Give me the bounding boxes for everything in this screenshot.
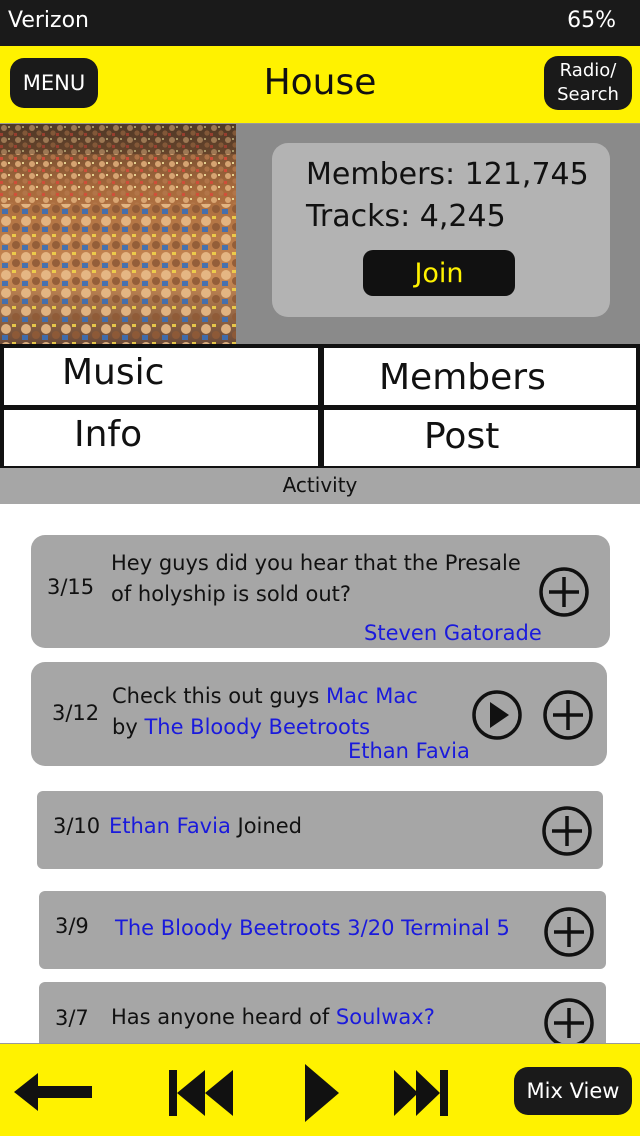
tracks-count: Tracks: 4,245 bbox=[306, 199, 506, 234]
header: MENU House Radio/ Search bbox=[0, 46, 640, 124]
radio-search-button[interactable]: Radio/ Search bbox=[544, 56, 632, 110]
event-link[interactable]: The Bloody Beetroots 3/20 Terminal 5 bbox=[115, 916, 510, 940]
back-arrow-icon[interactable] bbox=[14, 1073, 92, 1111]
nav-members-label: Members bbox=[379, 357, 546, 398]
activity-date: 3/10 bbox=[53, 814, 101, 838]
activity-item[interactable]: 3/9 The Bloody Beetroots 3/20 Terminal 5 bbox=[39, 891, 606, 969]
members-count: Members: 121,745 bbox=[306, 157, 589, 192]
play-circle-icon[interactable] bbox=[471, 689, 523, 741]
activity-text: Hey guys did you hear that the Presale o… bbox=[111, 548, 521, 610]
mix-view-button[interactable]: Mix View bbox=[514, 1067, 632, 1115]
activity-date: 3/15 bbox=[47, 575, 95, 599]
section-nav: Music Members Info Post bbox=[0, 344, 640, 468]
radio-search-label-line2: Search bbox=[557, 84, 619, 105]
plus-circle-icon[interactable] bbox=[538, 566, 590, 618]
plus-circle-icon[interactable] bbox=[543, 906, 595, 958]
nav-music-label: Music bbox=[62, 352, 165, 393]
plus-circle-icon[interactable] bbox=[541, 805, 593, 857]
activity-text-line1: Hey guys did you hear that the Presale bbox=[111, 551, 521, 575]
nav-music[interactable]: Music bbox=[4, 348, 318, 405]
activity-text: Check this out guys Mac Mac by The Blood… bbox=[112, 681, 418, 743]
join-button[interactable]: Join bbox=[363, 250, 515, 296]
status-bar: Verizon 65% bbox=[0, 0, 640, 46]
user-link[interactable]: Ethan Favia bbox=[109, 814, 231, 838]
activity-text: Ethan Favia Joined bbox=[109, 811, 302, 842]
activity-item[interactable]: 3/10 Ethan Favia Joined bbox=[37, 791, 603, 869]
activity-author-link[interactable]: Steven Gatorade bbox=[364, 621, 542, 645]
activity-text-by: by bbox=[112, 715, 145, 739]
group-stats-card: Members: 121,745 Tracks: 4,245 Join bbox=[272, 143, 610, 317]
nav-members[interactable]: Members bbox=[324, 348, 636, 405]
activity-action: Joined bbox=[230, 814, 302, 838]
activity-item[interactable]: 3/15 Hey guys did you hear that the Pres… bbox=[31, 535, 610, 648]
plus-circle-icon[interactable] bbox=[543, 997, 595, 1043]
activity-author-link[interactable]: Ethan Favia bbox=[348, 739, 470, 763]
artist-link[interactable]: The Bloody Beetroots bbox=[144, 715, 370, 739]
nav-post-label: Post bbox=[424, 416, 500, 457]
carrier-name: Verizon bbox=[8, 8, 89, 33]
radio-search-label-line1: Radio/ bbox=[559, 60, 617, 81]
nav-info-label: Info bbox=[74, 414, 143, 455]
activity-text-prefix: Check this out guys bbox=[112, 684, 327, 708]
plus-circle-icon[interactable] bbox=[542, 689, 594, 741]
track-link[interactable]: Mac Mac bbox=[326, 684, 418, 708]
activity-header: Activity bbox=[0, 468, 640, 504]
activity-item[interactable]: 3/12 Check this out guys Mac Mac by The … bbox=[31, 662, 607, 766]
next-track-icon[interactable] bbox=[394, 1070, 448, 1116]
player-bar: Mix View bbox=[0, 1043, 640, 1136]
artist-link[interactable]: Soulwax? bbox=[336, 1005, 435, 1029]
activity-item[interactable]: 3/7 Has anyone heard of Soulwax? bbox=[39, 982, 606, 1043]
activity-date: 3/9 bbox=[55, 914, 89, 938]
play-icon[interactable] bbox=[305, 1064, 339, 1122]
nav-info[interactable]: Info bbox=[4, 410, 318, 466]
activity-text-line2: of holyship is sold out? bbox=[111, 582, 352, 606]
battery-level: 65% bbox=[567, 8, 616, 33]
nav-post[interactable]: Post bbox=[324, 410, 636, 466]
previous-track-icon[interactable] bbox=[169, 1070, 233, 1116]
activity-date: 3/12 bbox=[52, 701, 100, 725]
activity-text: Has anyone heard of Soulwax? bbox=[111, 1002, 435, 1033]
activity-text: The Bloody Beetroots 3/20 Terminal 5 bbox=[115, 913, 510, 944]
activity-date: 3/7 bbox=[55, 1006, 89, 1030]
crowd-photo bbox=[0, 124, 236, 344]
group-hero: Members: 121,745 Tracks: 4,245 Join bbox=[0, 124, 640, 344]
activity-text-prefix: Has anyone heard of bbox=[111, 1005, 336, 1029]
